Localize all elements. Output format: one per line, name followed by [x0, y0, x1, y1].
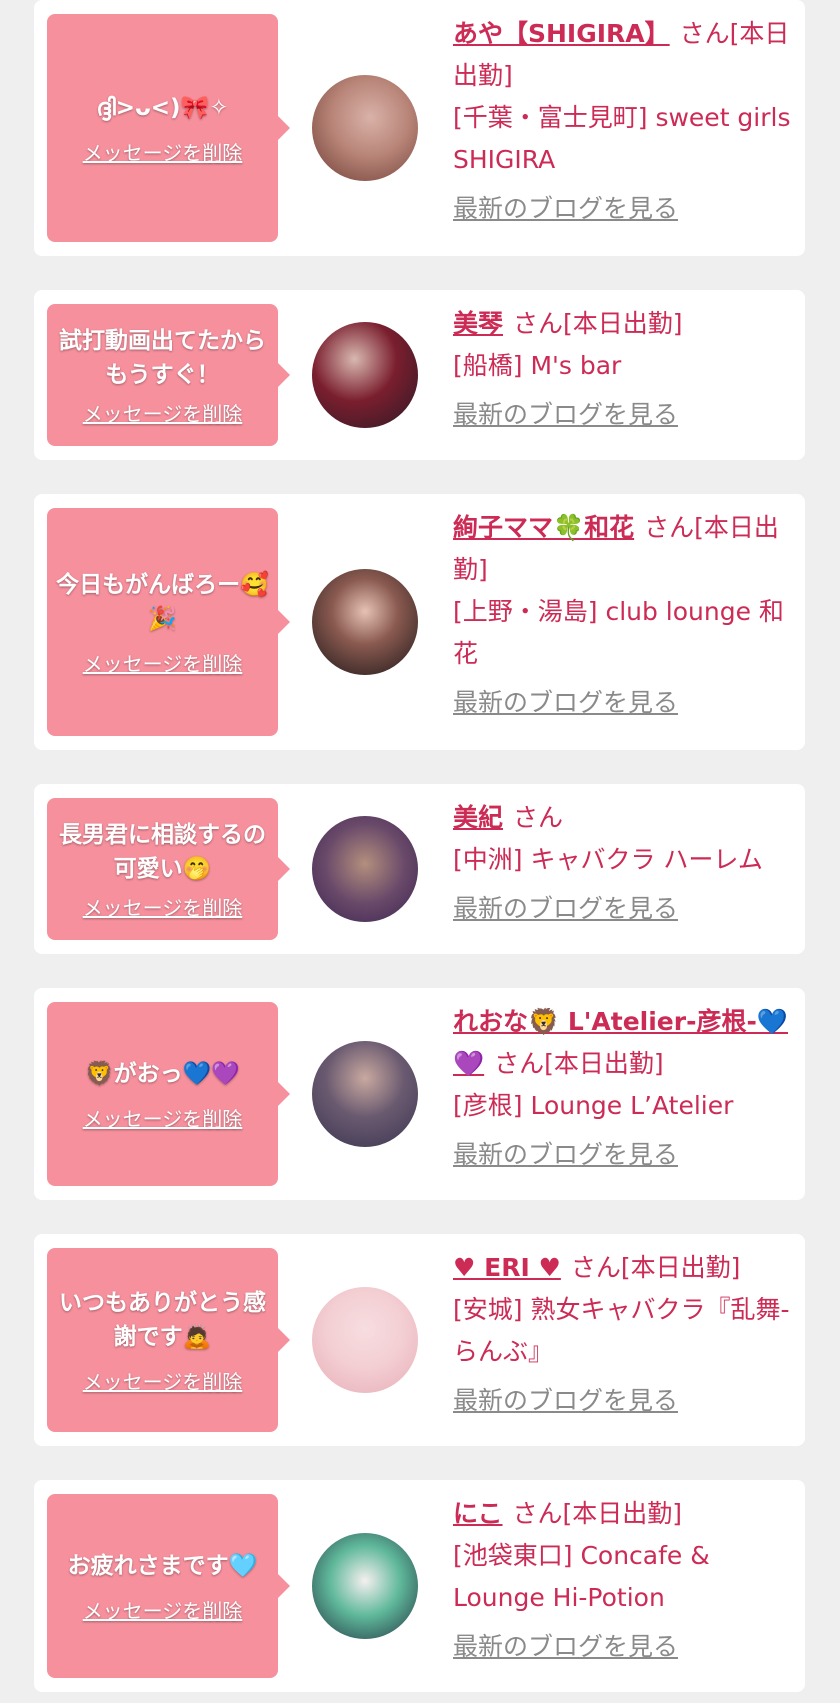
avatar[interactable]	[312, 1041, 418, 1147]
cast-status: さん[本日出勤]	[513, 309, 683, 338]
avatar[interactable]	[312, 322, 418, 428]
delete-message-link[interactable]: メッセージを削除	[83, 1103, 243, 1132]
cast-name-link[interactable]: 美琴	[453, 309, 503, 338]
cast-info: 美紀 さん [中洲] キャバクラ ハーレム 最新のブログを見る	[453, 797, 793, 929]
cast-info: 美琴 さん[本日出勤] [船橋] M's bar 最新のブログを見る	[453, 303, 793, 435]
latest-blog-link[interactable]: 最新のブログを見る	[453, 395, 793, 435]
message-list: ദ്ദി>ᴗ<)🎀✧ メッセージを削除 あや【SHIGIRA】 さん[本日出勤] …	[0, 0, 840, 1703]
message-text: 🦁がおっ💙💜	[85, 1060, 240, 1087]
message-bubble: 長男君に相談するの可愛い🤭 メッセージを削除	[47, 798, 290, 940]
cast-name-link[interactable]: 絢子ママ🍀和花	[453, 513, 634, 542]
message-bubble: 今日もがんばろー🥰🎉 メッセージを削除	[47, 508, 290, 736]
list-item: 試打動画出てたからもうすぐ！ メッセージを削除 美琴 さん[本日出勤] [船橋] …	[34, 290, 805, 460]
store-name: [池袋東口] Concafe & Lounge Hi-Potion	[453, 1541, 710, 1612]
delete-message-link[interactable]: メッセージを削除	[83, 648, 243, 677]
delete-message-link[interactable]: メッセージを削除	[83, 137, 243, 166]
delete-message-link[interactable]: メッセージを削除	[83, 1595, 243, 1624]
store-name: [中洲] キャバクラ ハーレム	[453, 845, 763, 874]
avatar[interactable]	[312, 569, 418, 675]
avatar[interactable]	[312, 1287, 418, 1393]
message-text: お疲れさまです🩵	[67, 1552, 258, 1579]
list-item: いつもありがとう感謝です🙇 メッセージを削除 ♥ ERI ♥ さん[本日出勤] […	[34, 1234, 805, 1446]
store-name: [千葉・富士見町] sweet girls SHIGIRA	[453, 103, 791, 174]
store-name: [安城] 熟女キャバクラ『乱舞-らんぶ』	[453, 1295, 790, 1366]
list-item: ദ്ദി>ᴗ<)🎀✧ メッセージを削除 あや【SHIGIRA】 さん[本日出勤] …	[34, 0, 805, 256]
list-item: 今日もがんばろー🥰🎉 メッセージを削除 絢子ママ🍀和花 さん[本日出勤] [上野・…	[34, 494, 805, 750]
cast-status: さん[本日出勤]	[494, 1049, 664, 1078]
cast-info: あや【SHIGIRA】 さん[本日出勤] [千葉・富士見町] sweet girl…	[453, 13, 793, 229]
message-bubble: 🦁がおっ💙💜 メッセージを削除	[47, 1002, 290, 1186]
delete-message-link[interactable]: メッセージを削除	[83, 892, 243, 921]
message-bubble: ദ്ദി>ᴗ<)🎀✧ メッセージを削除	[47, 14, 290, 242]
cast-name-link[interactable]: にこ	[453, 1499, 503, 1528]
message-bubble: 試打動画出てたからもうすぐ！ メッセージを削除	[47, 304, 290, 446]
store-name: [船橋] M's bar	[453, 351, 622, 380]
message-text: いつもありがとう感謝です🙇	[59, 1289, 266, 1350]
latest-blog-link[interactable]: 最新のブログを見る	[453, 1381, 793, 1421]
latest-blog-link[interactable]: 最新のブログを見る	[453, 889, 793, 929]
latest-blog-link[interactable]: 最新のブログを見る	[453, 683, 793, 723]
delete-message-link[interactable]: メッセージを削除	[83, 398, 243, 427]
cast-name-link[interactable]: ♥ ERI ♥	[453, 1253, 561, 1282]
cast-info: にこ さん[本日出勤] [池袋東口] Concafe & Lounge Hi-Po…	[453, 1493, 793, 1667]
delete-message-link[interactable]: メッセージを削除	[83, 1366, 243, 1395]
avatar[interactable]	[312, 75, 418, 181]
latest-blog-link[interactable]: 最新のブログを見る	[453, 1627, 793, 1667]
avatar[interactable]	[312, 816, 418, 922]
list-item: お疲れさまです🩵 メッセージを削除 にこ さん[本日出勤] [池袋東口] Conc…	[34, 1480, 805, 1692]
message-bubble: いつもありがとう感謝です🙇 メッセージを削除	[47, 1248, 290, 1432]
store-name: [上野・湯島] club lounge 和花	[453, 597, 784, 668]
cast-name-link[interactable]: 美紀	[453, 803, 503, 832]
list-item: 🦁がおっ💙💜 メッセージを削除 れおな🦁 L'Atelier-彦根-💙💜 さん[本…	[34, 988, 805, 1200]
cast-name-link[interactable]: あや【SHIGIRA】	[453, 19, 670, 48]
message-text: ദ്ദി>ᴗ<)🎀✧	[96, 94, 229, 121]
message-text: 今日もがんばろー🥰🎉	[56, 571, 269, 632]
cast-status: さん[本日出勤]	[512, 1499, 683, 1528]
cast-status: さん[本日出勤]	[570, 1253, 741, 1282]
message-text: 試打動画出てたからもうすぐ！	[59, 327, 266, 388]
latest-blog-link[interactable]: 最新のブログを見る	[453, 1135, 793, 1175]
cast-info: 絢子ママ🍀和花 さん[本日出勤] [上野・湯島] club lounge 和花 最…	[453, 507, 793, 723]
message-text: 長男君に相談するの可愛い🤭	[59, 821, 266, 882]
latest-blog-link[interactable]: 最新のブログを見る	[453, 189, 793, 229]
cast-status: さん	[513, 803, 564, 832]
avatar[interactable]	[312, 1533, 418, 1639]
list-item: 長男君に相談するの可愛い🤭 メッセージを削除 美紀 さん [中洲] キャバクラ ハ…	[34, 784, 805, 954]
cast-info: ♥ ERI ♥ さん[本日出勤] [安城] 熟女キャバクラ『乱舞-らんぶ』 最新の…	[453, 1247, 793, 1421]
store-name: [彦根] Lounge L’Atelier	[453, 1091, 734, 1120]
cast-info: れおな🦁 L'Atelier-彦根-💙💜 さん[本日出勤] [彦根] Lounge…	[453, 1001, 793, 1175]
message-bubble: お疲れさまです🩵 メッセージを削除	[47, 1494, 290, 1678]
